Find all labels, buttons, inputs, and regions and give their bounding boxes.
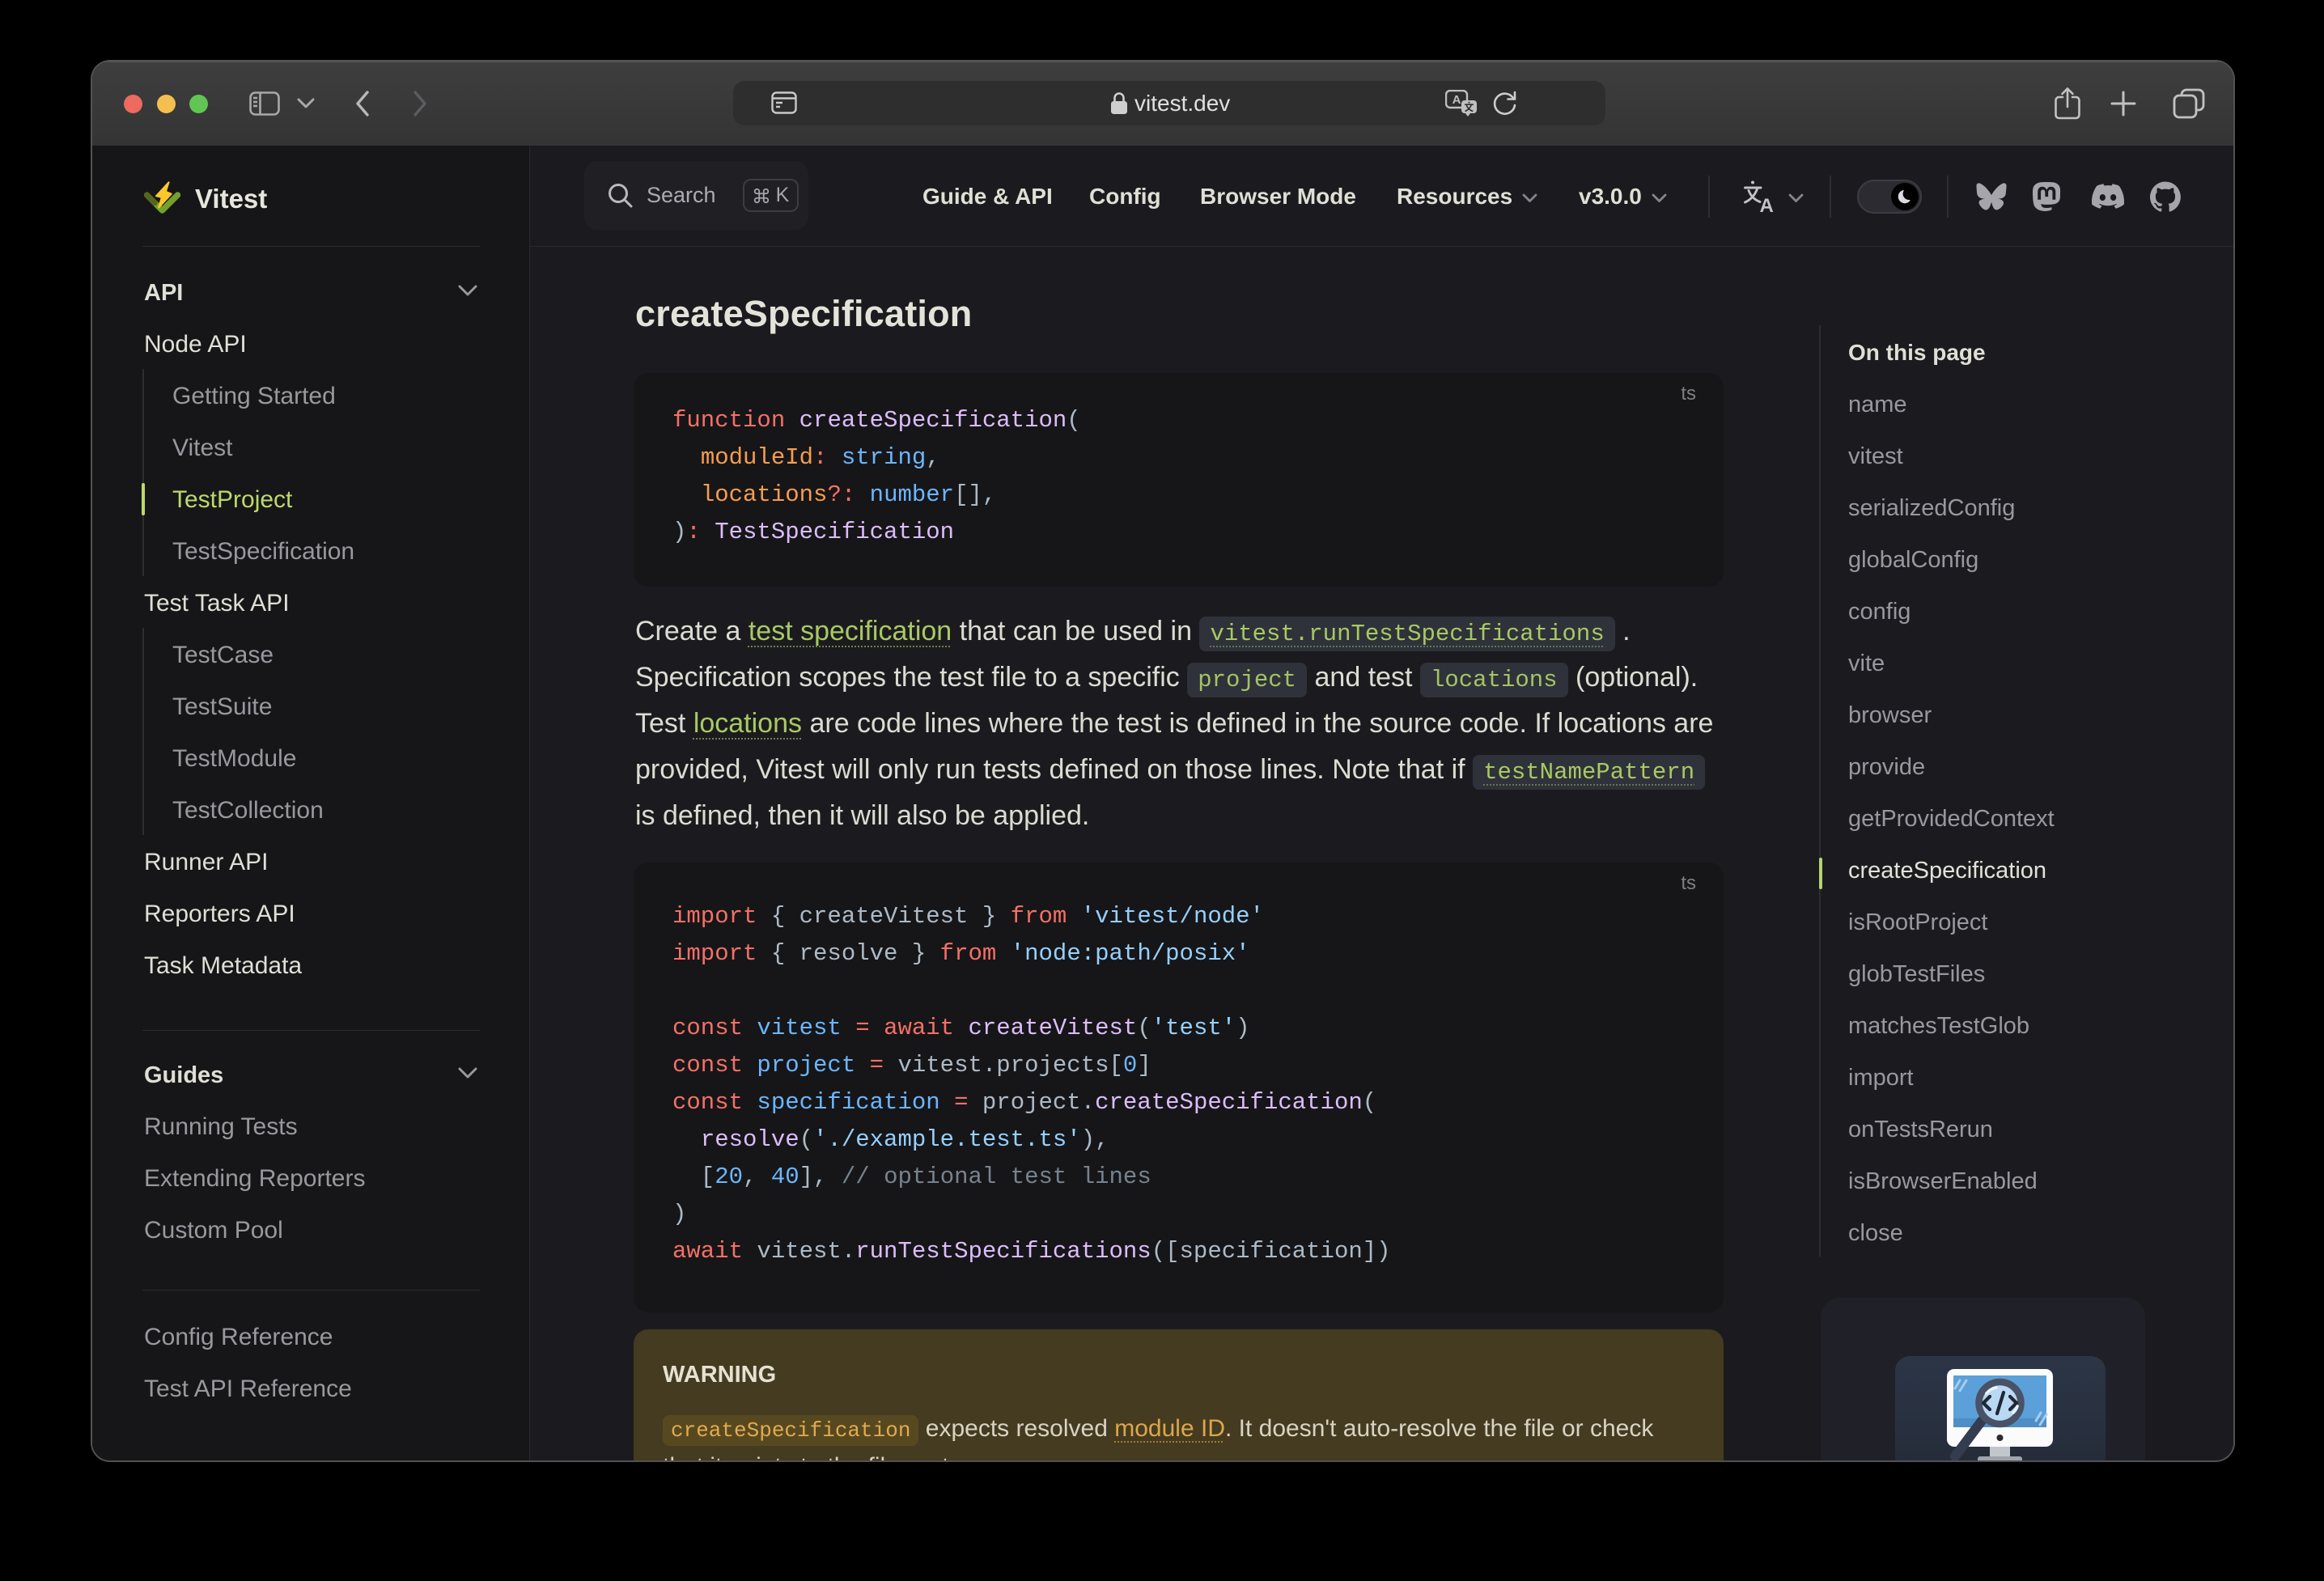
svg-text:A: A	[1452, 93, 1461, 107]
